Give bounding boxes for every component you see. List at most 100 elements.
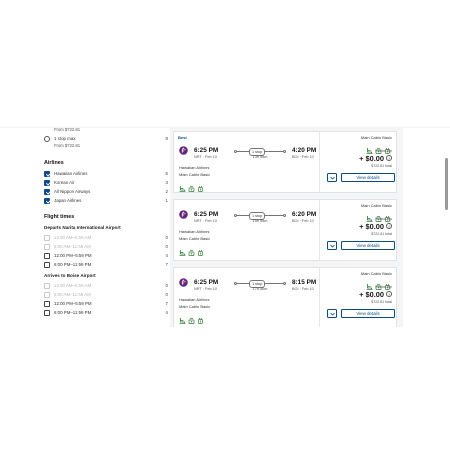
- power-amenity: [197, 243, 204, 256]
- expand-button[interactable]: [327, 173, 337, 182]
- flight-result-card[interactable]: Best 6:25 PM NRT · Feb 10 1 stop 13h 55m…: [173, 131, 397, 193]
- fare-amenities: [366, 141, 391, 154]
- flight-result-card[interactable]: 6:25 PM NRT · Feb 10 1 stop 15h 55m 6:20…: [173, 199, 397, 261]
- depart-time-filter-item[interactable]: 12:00 PM–5:59 PM 4: [44, 252, 168, 259]
- hawaiian-airlines-logo-icon: [179, 146, 188, 155]
- fare-amenities: [366, 277, 391, 290]
- trip-type: Round-trip: [375, 285, 392, 289]
- fare-total: $722.81 total: [371, 300, 392, 304]
- airline-name: Hawaiian Airlines: [179, 297, 210, 302]
- fare-panel: Main Cabin Basic Round-trip + $0.00 ? $7…: [319, 132, 396, 192]
- amenities: [179, 179, 204, 192]
- airline-label: All Nippon Airways: [54, 189, 91, 194]
- airline-checkbox[interactable]: [44, 170, 50, 177]
- time-checkbox[interactable]: [44, 243, 50, 250]
- expand-button[interactable]: [327, 241, 337, 250]
- stops-radio[interactable]: [44, 135, 50, 142]
- flight-summary: 6:25 PM NRT · Feb 10 1 stop 15h 55m 6:20…: [174, 200, 319, 260]
- wifi-amenity: [188, 311, 195, 324]
- view-details-button[interactable]: View details: [341, 173, 395, 182]
- hawaiian-airlines-logo-icon: [179, 210, 188, 219]
- seat-icon: [179, 250, 186, 256]
- info-icon[interactable]: ?: [386, 223, 392, 229]
- info-icon[interactable]: ?: [386, 155, 392, 161]
- airline-filter-item[interactable]: Hawaiian Airlines 5: [44, 170, 168, 177]
- arrive-time-filter-item[interactable]: 12:00 PM–5:59 PM 7: [44, 300, 168, 307]
- power-amenity: [384, 141, 391, 154]
- airline-count: 1: [165, 198, 168, 203]
- airline-filter-item[interactable]: Korean Air 3: [44, 179, 168, 186]
- time-range-label: 6:00 PM–11:59 PM: [54, 310, 92, 315]
- flight-times-heading: Flight times: [44, 214, 75, 220]
- time-range-label: 12:00 PM–5:59 PM: [54, 301, 92, 306]
- seat-amenity: [179, 243, 186, 256]
- depart-time-filter-item[interactable]: 6:00 PM–11:59 PM 7: [44, 261, 168, 268]
- time-checkbox[interactable]: [44, 309, 50, 316]
- time-range-count: 7: [165, 301, 168, 306]
- flight-summary: 6:25 PM NRT · Feb 10 1 stop 17h 50m 8:15…: [174, 268, 319, 327]
- cabin-class: Main Cabin Basic: [179, 236, 211, 241]
- expand-button[interactable]: [327, 309, 337, 318]
- airline-checkbox[interactable]: [44, 197, 50, 204]
- amenities: [179, 311, 204, 324]
- power-amenity: [197, 179, 204, 192]
- fare-total: $722.81 total: [371, 164, 392, 168]
- departure-airport: NRT · Feb 10: [194, 155, 217, 159]
- wifi-amenity: [188, 179, 195, 192]
- time-range-label: 6:00 PM–11:59 PM: [54, 262, 92, 267]
- airline-count: 2: [165, 189, 168, 194]
- airline-checkbox[interactable]: [44, 179, 50, 186]
- seat-amenity: [366, 209, 373, 222]
- airline-label: Korean Air: [54, 180, 75, 185]
- arrive-time-filter-item[interactable]: 12:00 AM–5:59 AM 0: [44, 282, 168, 289]
- time-checkbox[interactable]: [44, 291, 50, 298]
- arrive-time-filter-item[interactable]: 6:00 PM–11:59 PM 4: [44, 309, 168, 316]
- airline-label: Japan Airlines: [54, 198, 82, 203]
- stops-option-label: 1 stop max: [54, 136, 76, 141]
- time-checkbox[interactable]: [44, 234, 50, 241]
- scrollbar-thumb[interactable]: [445, 158, 448, 210]
- route-line: 1 stop: [234, 148, 286, 156]
- power-amenity: [197, 311, 204, 324]
- trip-type: Round-trip: [375, 149, 392, 153]
- power-icon: [198, 318, 203, 324]
- depart-time-filter-item[interactable]: 6:00 AM–11:59 AM 0: [44, 243, 168, 250]
- time-range-count: 4: [165, 310, 168, 315]
- time-checkbox[interactable]: [44, 282, 50, 289]
- cabin-class: Main Cabin Basic: [179, 304, 211, 309]
- cabin-class: Main Cabin Basic: [179, 172, 211, 177]
- view-details-button[interactable]: View details: [341, 241, 395, 250]
- time-checkbox[interactable]: [44, 300, 50, 307]
- time-range-count: 0: [165, 292, 168, 297]
- stops-option-price: From $722.81: [54, 143, 81, 148]
- depart-time-filter-item[interactable]: 12:00 AM–5:59 AM 0: [44, 234, 168, 241]
- seat-amenity: [179, 311, 186, 324]
- time-checkbox[interactable]: [44, 252, 50, 259]
- stops-option-count: 8: [165, 136, 168, 141]
- airline-count: 3: [165, 180, 168, 185]
- flight-result-card[interactable]: 6:25 PM NRT · Feb 10 1 stop 17h 50m 8:15…: [173, 267, 397, 327]
- airline-checkbox[interactable]: [44, 188, 50, 195]
- time-range-label: 12:00 AM–5:59 AM: [54, 283, 92, 288]
- time-range-count: 0: [165, 235, 168, 240]
- departure-airport: NRT · Feb 10: [194, 287, 217, 291]
- airline-label: Hawaiian Airlines: [54, 171, 88, 176]
- airline-filter-item[interactable]: All Nippon Airways 2: [44, 188, 168, 195]
- wifi-amenity: [375, 277, 382, 290]
- fare-total: $722.81 total: [371, 232, 392, 236]
- arrival-time: 4:20 PM: [292, 147, 317, 154]
- arrive-time-filter-item[interactable]: 6:00 AM–11:59 AM 0: [44, 291, 168, 298]
- power-icon: [198, 186, 203, 192]
- time-range-count: 7: [165, 262, 168, 267]
- wifi-icon: [188, 249, 195, 256]
- results-page: From $722.81 1 stop max 8 From $722.81 A…: [0, 127, 450, 327]
- time-checkbox[interactable]: [44, 261, 50, 268]
- fare-amenities: [366, 209, 391, 222]
- trip-type: Round-trip: [375, 217, 392, 221]
- route-line: 1 stop: [234, 212, 286, 220]
- airline-filter-item[interactable]: Japan Airlines 1: [44, 197, 168, 204]
- info-icon[interactable]: ?: [386, 291, 392, 297]
- view-details-button[interactable]: View details: [341, 309, 395, 318]
- best-badge: Best: [178, 135, 187, 140]
- stops-option-1-stop[interactable]: 1 stop max 8: [44, 135, 168, 142]
